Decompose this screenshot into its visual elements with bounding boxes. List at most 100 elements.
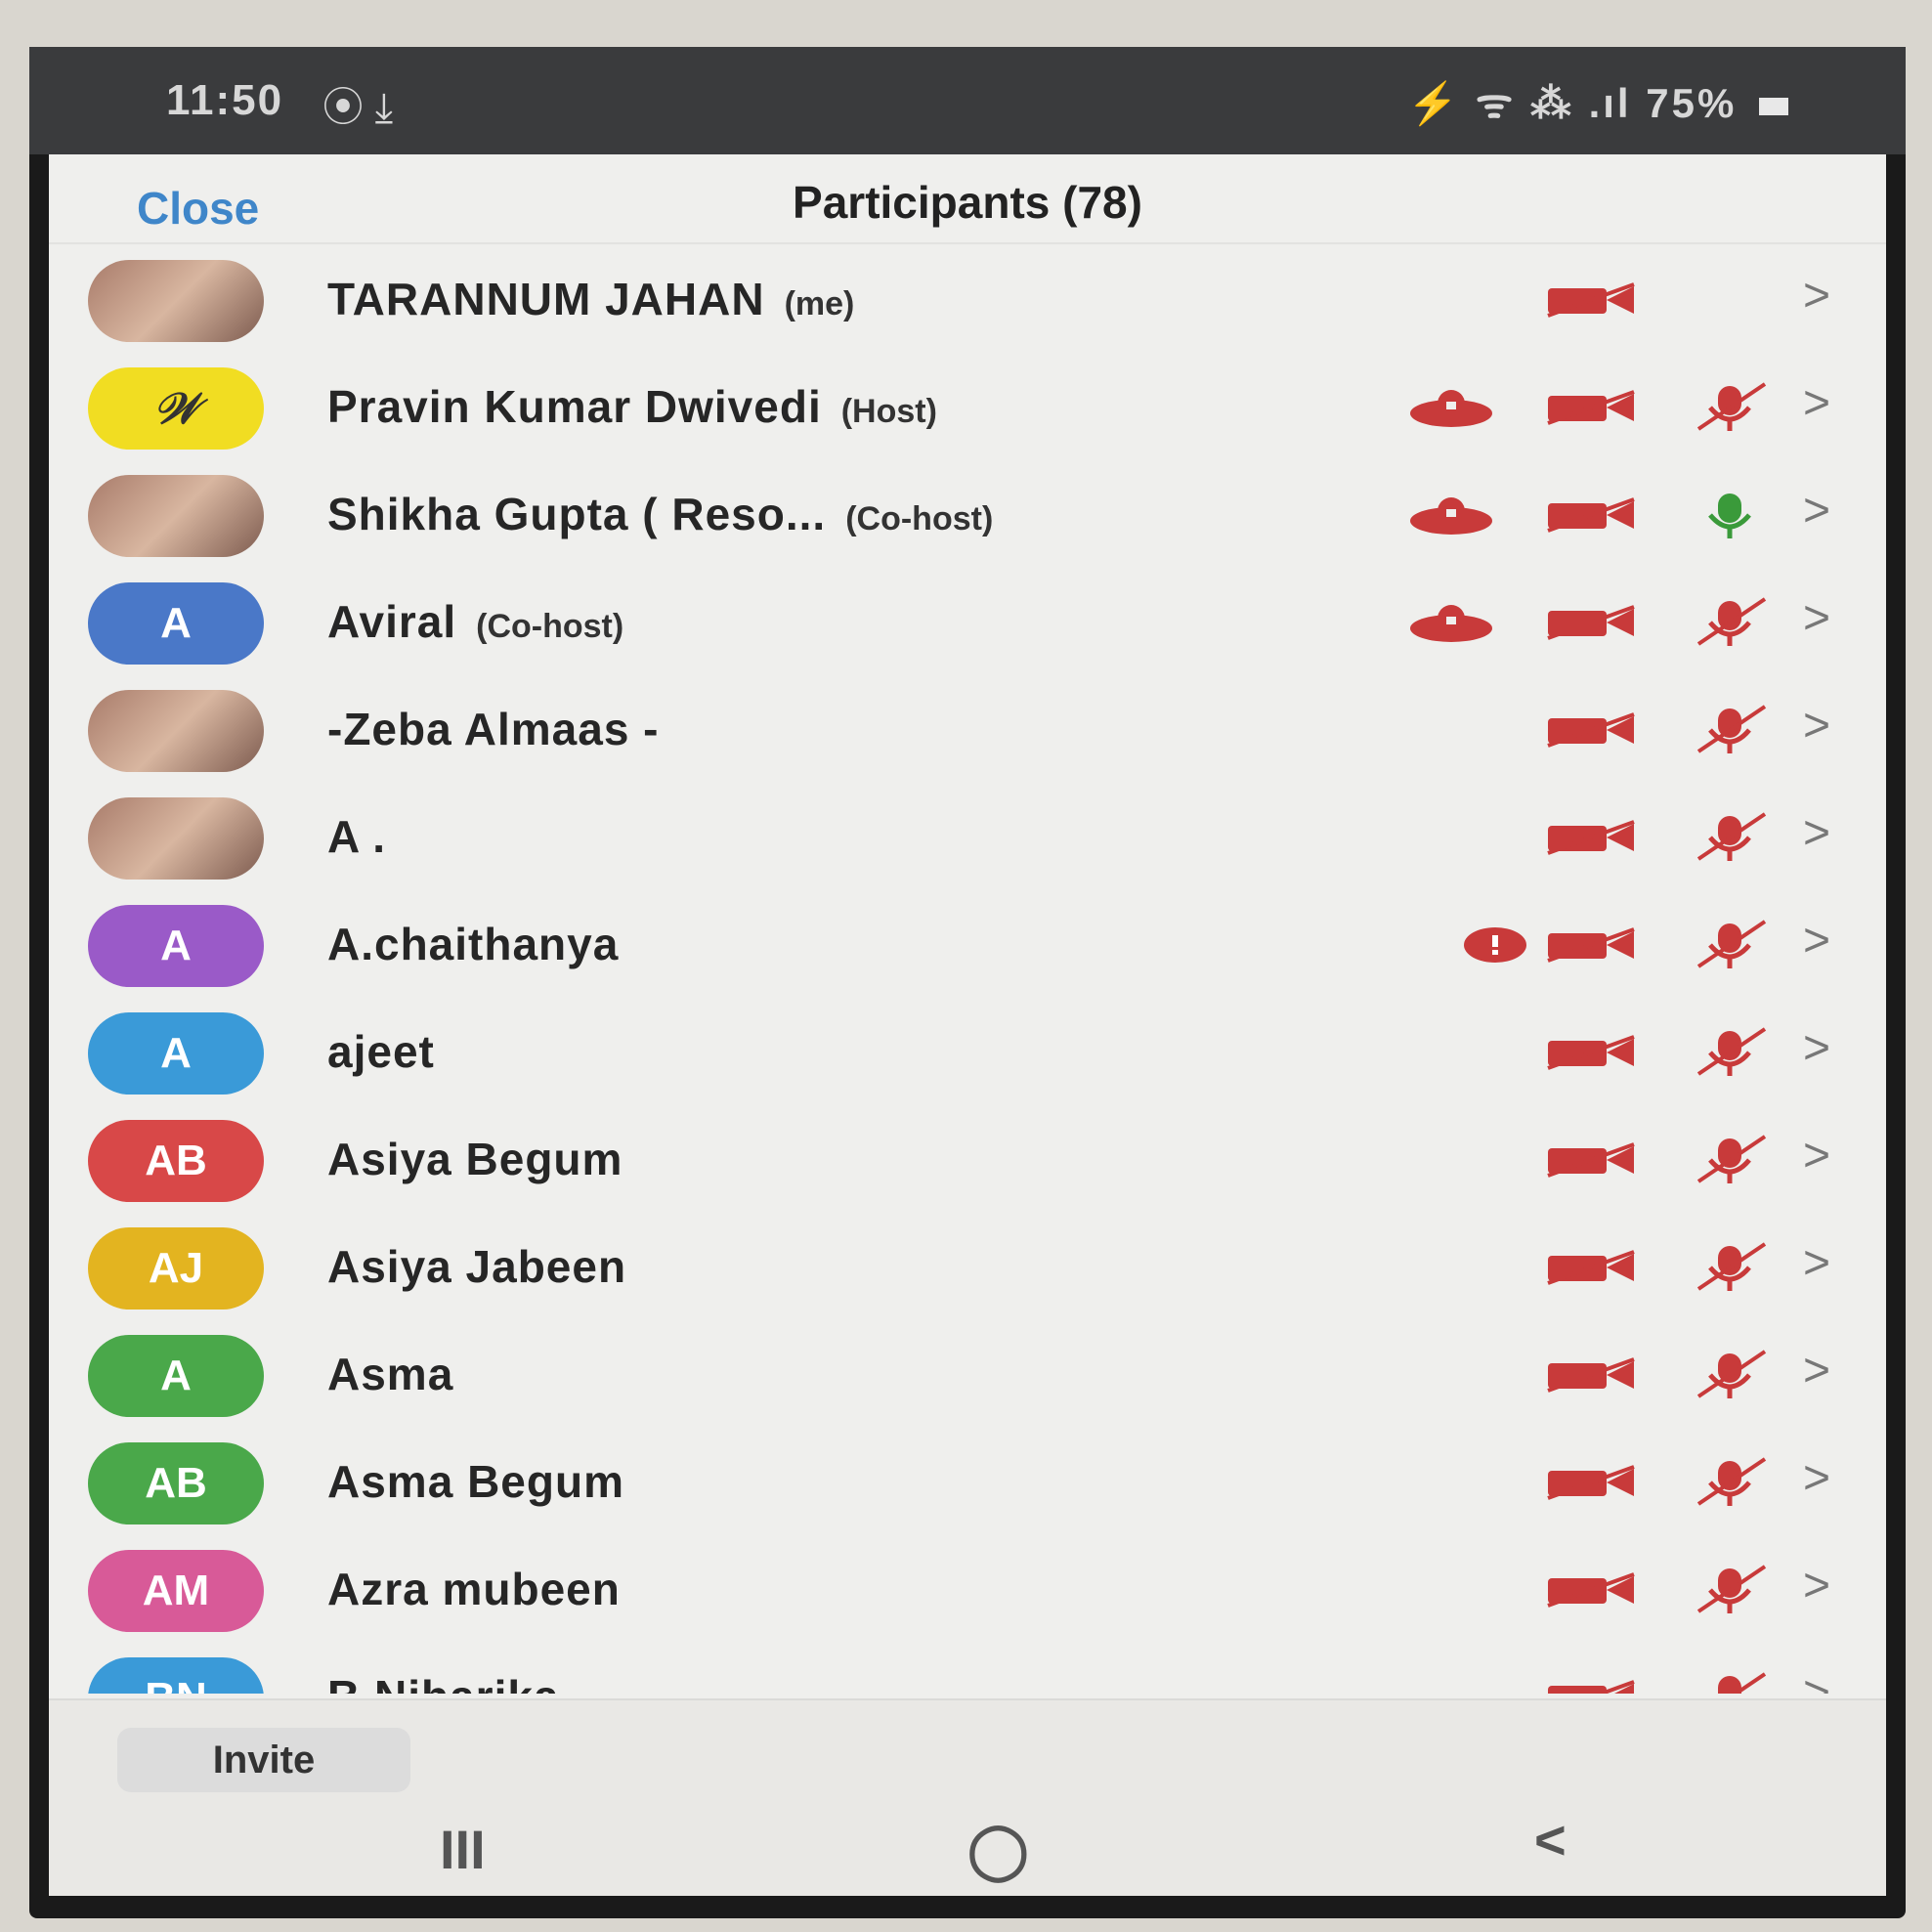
battery-level: 75% — [1646, 80, 1738, 126]
participant-name: B Niharika — [327, 1671, 560, 1694]
avatar: A — [88, 1012, 264, 1095]
participant-row[interactable]: AM Azra mubeen > — [49, 1537, 1886, 1645]
chevron-right-icon[interactable]: > — [1803, 1559, 1830, 1612]
participant-row[interactable]: AB Asma Begum > — [49, 1430, 1886, 1537]
participant-row[interactable]: AJ Asiya Jabeen > — [49, 1215, 1886, 1322]
participant-name: Asma Begum — [327, 1456, 624, 1507]
participant-name: Asiya Begum — [327, 1134, 623, 1184]
video-off-icon — [1548, 1680, 1635, 1694]
mic-muted-icon — [1696, 920, 1767, 968]
participant-name-group: Aviral (Co-host) — [327, 595, 623, 648]
chevron-right-icon[interactable]: > — [1803, 1344, 1830, 1397]
avatar — [88, 260, 264, 342]
participant-role: (Host) — [840, 393, 937, 430]
participant-row[interactable]: A Aviral (Co-host) > — [49, 570, 1886, 677]
participant-name-group: ajeet — [327, 1025, 454, 1078]
signal-icon: ⚡ ᯤ ⁂ .ıl — [1406, 80, 1632, 126]
participant-row[interactable]: -Zeba Almaas - > — [49, 677, 1886, 785]
participant-row[interactable]: Shikha Gupta ( Reso... (Co-host) > — [49, 462, 1886, 570]
video-off-icon — [1547, 605, 1635, 640]
participant-row[interactable]: AB Asiya Begum > — [49, 1107, 1886, 1215]
participant-row[interactable]: BN B Niharika > — [49, 1645, 1886, 1694]
status-indicators: ⚡ ᯤ ⁂ .ıl 75% — [1407, 74, 1788, 130]
participant-name: Asiya Jabeen — [327, 1241, 627, 1292]
participant-row[interactable]: A Asma > — [49, 1322, 1886, 1430]
avatar: A — [88, 582, 264, 665]
participant-name: TARANNUM JAHAN — [327, 274, 765, 324]
mic-on-icon — [1708, 494, 1751, 538]
mic-muted-icon — [1696, 1350, 1767, 1398]
invite-button[interactable]: Invite — [117, 1728, 410, 1792]
cloud-recording-icon — [1410, 605, 1492, 642]
chevron-right-icon[interactable]: > — [1803, 699, 1830, 752]
participant-name: A . — [327, 811, 387, 862]
avatar — [88, 690, 264, 772]
participant-name-group: A.chaithanya — [327, 918, 638, 970]
avatar: BN — [88, 1657, 264, 1694]
participant-row[interactable]: Aajeet > — [49, 1000, 1886, 1107]
participant-name: Pravin Kumar Dwivedi — [327, 381, 822, 432]
participant-role: (Co-host) — [476, 608, 624, 645]
avatar: AB — [88, 1120, 264, 1202]
participant-name: A.chaithanya — [327, 919, 620, 969]
mic-muted-icon — [1696, 1027, 1767, 1076]
avatar: AJ — [88, 1227, 264, 1309]
participant-name-group: Shikha Gupta ( Reso... (Co-host) — [327, 488, 993, 540]
participant-name: Asma — [327, 1349, 454, 1399]
mic-muted-icon — [1696, 382, 1767, 431]
chevron-right-icon[interactable]: > — [1803, 269, 1830, 322]
chevron-right-icon[interactable]: > — [1803, 1021, 1830, 1075]
battery-icon — [1759, 97, 1788, 115]
avatar — [88, 797, 264, 880]
video-off-icon — [1547, 390, 1635, 425]
participant-name: Shikha Gupta ( Reso... — [327, 489, 827, 539]
participants-screen: Close Participants (78) TARANNUM JAHAN (m… — [49, 154, 1886, 1896]
page-title: Participants (78) — [793, 177, 1142, 228]
participant-row[interactable]: A . > — [49, 785, 1886, 892]
chevron-right-icon[interactable]: > — [1803, 1129, 1830, 1182]
chevron-right-icon[interactable]: > — [1803, 1451, 1830, 1505]
participant-name: -Zeba Almaas - — [327, 704, 660, 754]
phone-frame: 11:50 ⦿ ⤓ ⚡ ᯤ ⁂ .ıl 75% Close Participan… — [29, 47, 1906, 1918]
participant-row[interactable]: A A.chaithanya > — [49, 892, 1886, 1000]
participant-name-group: A . — [327, 810, 406, 863]
mic-muted-icon — [1696, 1565, 1767, 1613]
chevron-right-icon[interactable]: > — [1803, 914, 1830, 967]
participant-role: (me) — [784, 285, 855, 322]
participant-name-group: Asiya Begum — [327, 1133, 642, 1185]
video-off-icon — [1547, 820, 1635, 855]
participant-list[interactable]: TARANNUM JAHAN (me) > 𝒲 Pravin Kumar Dwivedi… — [49, 247, 1886, 1694]
mic-muted-icon — [1696, 812, 1767, 861]
chevron-right-icon[interactable]: > — [1803, 1236, 1830, 1290]
participant-name-group: Azra mubeen — [327, 1563, 640, 1615]
back-nav-button[interactable]: < — [1534, 1808, 1567, 1871]
cloud-recording-icon — [1410, 497, 1492, 535]
participant-name-group: Asma — [327, 1348, 473, 1400]
avatar — [88, 475, 264, 557]
participant-name-group: Pravin Kumar Dwivedi (Host) — [327, 380, 937, 433]
avatar: AB — [88, 1442, 264, 1524]
participant-name: Aviral — [327, 596, 457, 647]
video-off-icon — [1547, 712, 1635, 748]
chevron-right-icon[interactable]: > — [1803, 806, 1830, 860]
chevron-right-icon[interactable]: > — [1803, 1666, 1830, 1694]
chevron-right-icon[interactable]: > — [1803, 484, 1830, 537]
avatar: A — [88, 905, 264, 987]
header: Close Participants (78) — [49, 154, 1886, 244]
status-bar: 11:50 ⦿ ⤓ ⚡ ᯤ ⁂ .ıl 75% — [29, 47, 1906, 154]
mic-muted-icon — [1696, 1457, 1767, 1506]
mic-muted-icon — [1696, 1242, 1767, 1291]
participant-row[interactable]: 𝒲 Pravin Kumar Dwivedi (Host) > — [49, 355, 1886, 462]
avatar: 𝒲 — [88, 367, 264, 450]
participant-role: (Co-host) — [845, 500, 994, 537]
mic-muted-icon — [1718, 1672, 1767, 1694]
mic-muted-icon — [1696, 1135, 1767, 1183]
participant-name-group: Asma Begum — [327, 1455, 644, 1508]
home-nav-button[interactable]: ◯ — [967, 1818, 1029, 1882]
recents-nav-button[interactable]: III — [440, 1818, 486, 1881]
chevron-right-icon[interactable]: > — [1803, 376, 1830, 430]
chevron-right-icon[interactable]: > — [1803, 591, 1830, 645]
participant-row[interactable]: TARANNUM JAHAN (me) > — [49, 247, 1886, 355]
video-off-icon — [1547, 1035, 1635, 1070]
participant-name: ajeet — [327, 1026, 435, 1077]
